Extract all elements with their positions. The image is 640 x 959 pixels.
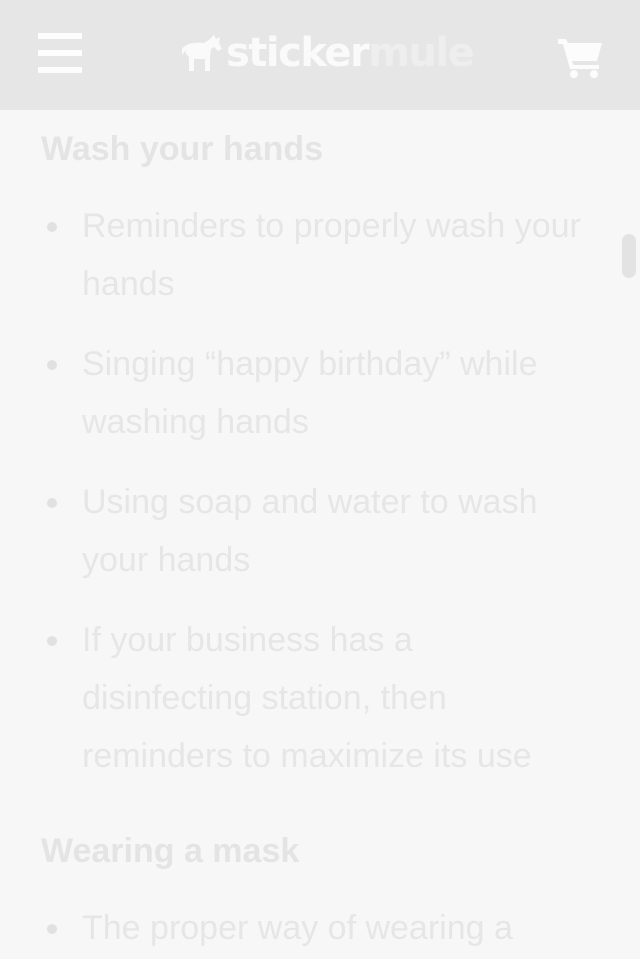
section-heading-wearing-mask: Wearing a mask (41, 832, 300, 870)
bullet-icon (47, 222, 57, 232)
stickermule-logo[interactable]: stickermule (180, 28, 475, 78)
list-item: Using soap and water to wash your hands (47, 473, 602, 589)
bullet-icon (47, 636, 57, 646)
top-navigation-bar: stickermule (0, 0, 640, 110)
list-item: Singing “happy birthday” while washing h… (47, 335, 602, 451)
hamburger-menu-icon[interactable] (38, 33, 82, 73)
list-item: If your business has a disinfecting stat… (47, 611, 577, 785)
list-item-text: If your business has a disinfecting stat… (82, 621, 532, 775)
list-item: The proper way of wearing a (47, 899, 602, 957)
bullet-icon (47, 924, 57, 934)
mule-logo-icon (182, 35, 222, 71)
list-item-text: Singing “happy birthday” while washing h… (82, 345, 538, 441)
list-item-text: Using soap and water to wash your hands (82, 483, 538, 579)
scrollbar-thumb[interactable] (622, 234, 636, 278)
shopping-cart-icon[interactable] (556, 35, 606, 79)
list-item-text: The proper way of wearing a (82, 909, 513, 947)
logo-text-mule: mule (368, 30, 475, 76)
bullet-icon (47, 360, 57, 370)
logo-text-sticker: sticker (226, 30, 370, 76)
list-item-text: Reminders to properly wash your hands (82, 207, 581, 303)
list-item: Reminders to properly wash your hands (47, 197, 602, 313)
bullet-icon (47, 498, 57, 508)
section-heading-wash-hands: Wash your hands (41, 130, 324, 168)
page: stickermule Wash your hands Reminders to… (0, 0, 640, 959)
